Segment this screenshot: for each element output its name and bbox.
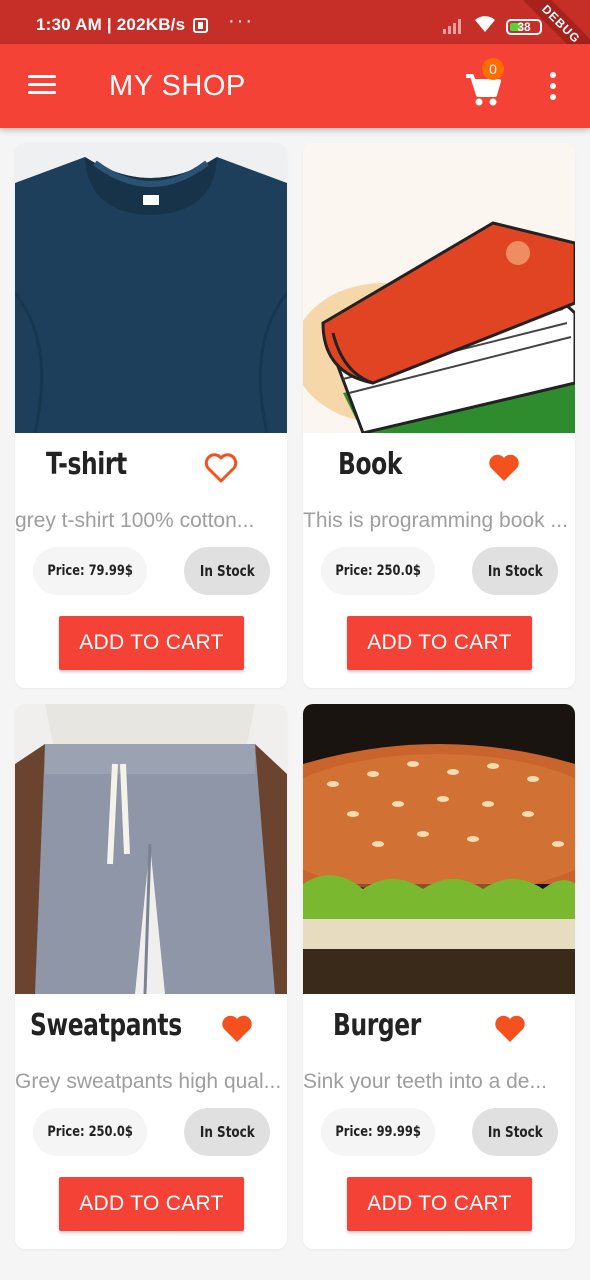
heart-filled-icon[interactable] bbox=[493, 1013, 527, 1045]
stock-chip[interactable]: In Stock bbox=[184, 1108, 270, 1156]
app-title: MY SHOP bbox=[109, 70, 246, 102]
product-description: This is programming book ... bbox=[303, 509, 568, 532]
product-card-burger[interactable]: Burger Sink your teeth into a de... Pric… bbox=[303, 704, 575, 1249]
more-notifications-icon: ··· bbox=[228, 10, 254, 32]
product-title: T-shirt bbox=[46, 447, 127, 482]
stock-chip[interactable]: In Stock bbox=[472, 1108, 558, 1156]
book-image bbox=[303, 143, 575, 433]
price-label: Price: 99.99$ bbox=[335, 1124, 421, 1140]
price-label: Price: 250.0$ bbox=[47, 1124, 133, 1140]
product-description: Grey sweatpants high qual... bbox=[15, 1070, 282, 1093]
add-to-cart-button[interactable]: ADD TO CART bbox=[59, 1177, 244, 1231]
price-chip[interactable]: Price: 250.0$ bbox=[321, 547, 435, 595]
stock-chip[interactable]: In Stock bbox=[184, 547, 270, 595]
product-title: Burger bbox=[333, 1008, 421, 1043]
product-description: Sink your teeth into a de... bbox=[303, 1070, 547, 1093]
product-title: Sweatpants bbox=[30, 1008, 182, 1043]
heart-outline-icon[interactable] bbox=[204, 452, 238, 484]
more-options-icon[interactable] bbox=[546, 72, 560, 102]
product-title: Book bbox=[338, 447, 402, 482]
add-to-cart-button[interactable]: ADD TO CART bbox=[347, 616, 532, 670]
price-chip[interactable]: Price: 99.99$ bbox=[321, 1108, 435, 1156]
signal-icon bbox=[443, 18, 465, 34]
price-label: Price: 79.99$ bbox=[47, 563, 133, 579]
heart-filled-icon[interactable] bbox=[487, 452, 521, 484]
price-chip[interactable]: Price: 250.0$ bbox=[33, 1108, 147, 1156]
notification-icon bbox=[193, 18, 208, 33]
tshirt-image bbox=[15, 143, 287, 433]
burger-image bbox=[303, 704, 575, 994]
add-to-cart-button[interactable]: ADD TO CART bbox=[347, 1177, 532, 1231]
battery-icon: 38 bbox=[506, 19, 542, 35]
product-description: grey t-shirt 100% cotton... bbox=[15, 509, 255, 532]
battery-level: 38 bbox=[517, 20, 531, 34]
cart-count-badge: 0 bbox=[482, 58, 504, 80]
status-time: 1:30 AM | 202KB/s bbox=[36, 15, 186, 34]
stock-label: In Stock bbox=[199, 1123, 255, 1141]
stock-label: In Stock bbox=[487, 562, 543, 580]
stock-chip[interactable]: In Stock bbox=[472, 547, 558, 595]
price-label: Price: 250.0$ bbox=[335, 563, 421, 579]
app-bar: MY SHOP 0 bbox=[0, 44, 590, 128]
product-card-tshirt[interactable]: T-shirt grey t-shirt 100% cotton... Pric… bbox=[15, 143, 287, 688]
product-card-sweatpants[interactable]: Sweatpants Grey sweatpants high qual... … bbox=[15, 704, 287, 1249]
stock-label: In Stock bbox=[199, 562, 255, 580]
stock-label: In Stock bbox=[487, 1123, 543, 1141]
product-card-book[interactable]: Book This is programming book ... Price:… bbox=[303, 143, 575, 688]
heart-filled-icon[interactable] bbox=[220, 1013, 254, 1045]
sweatpants-image bbox=[15, 704, 287, 994]
status-bar: 1:30 AM | 202KB/s ··· 38 DEBUG bbox=[0, 0, 590, 70]
menu-icon[interactable] bbox=[28, 75, 56, 95]
wifi-icon bbox=[475, 16, 495, 32]
add-to-cart-button[interactable]: ADD TO CART bbox=[59, 616, 244, 670]
price-chip[interactable]: Price: 79.99$ bbox=[33, 547, 147, 595]
